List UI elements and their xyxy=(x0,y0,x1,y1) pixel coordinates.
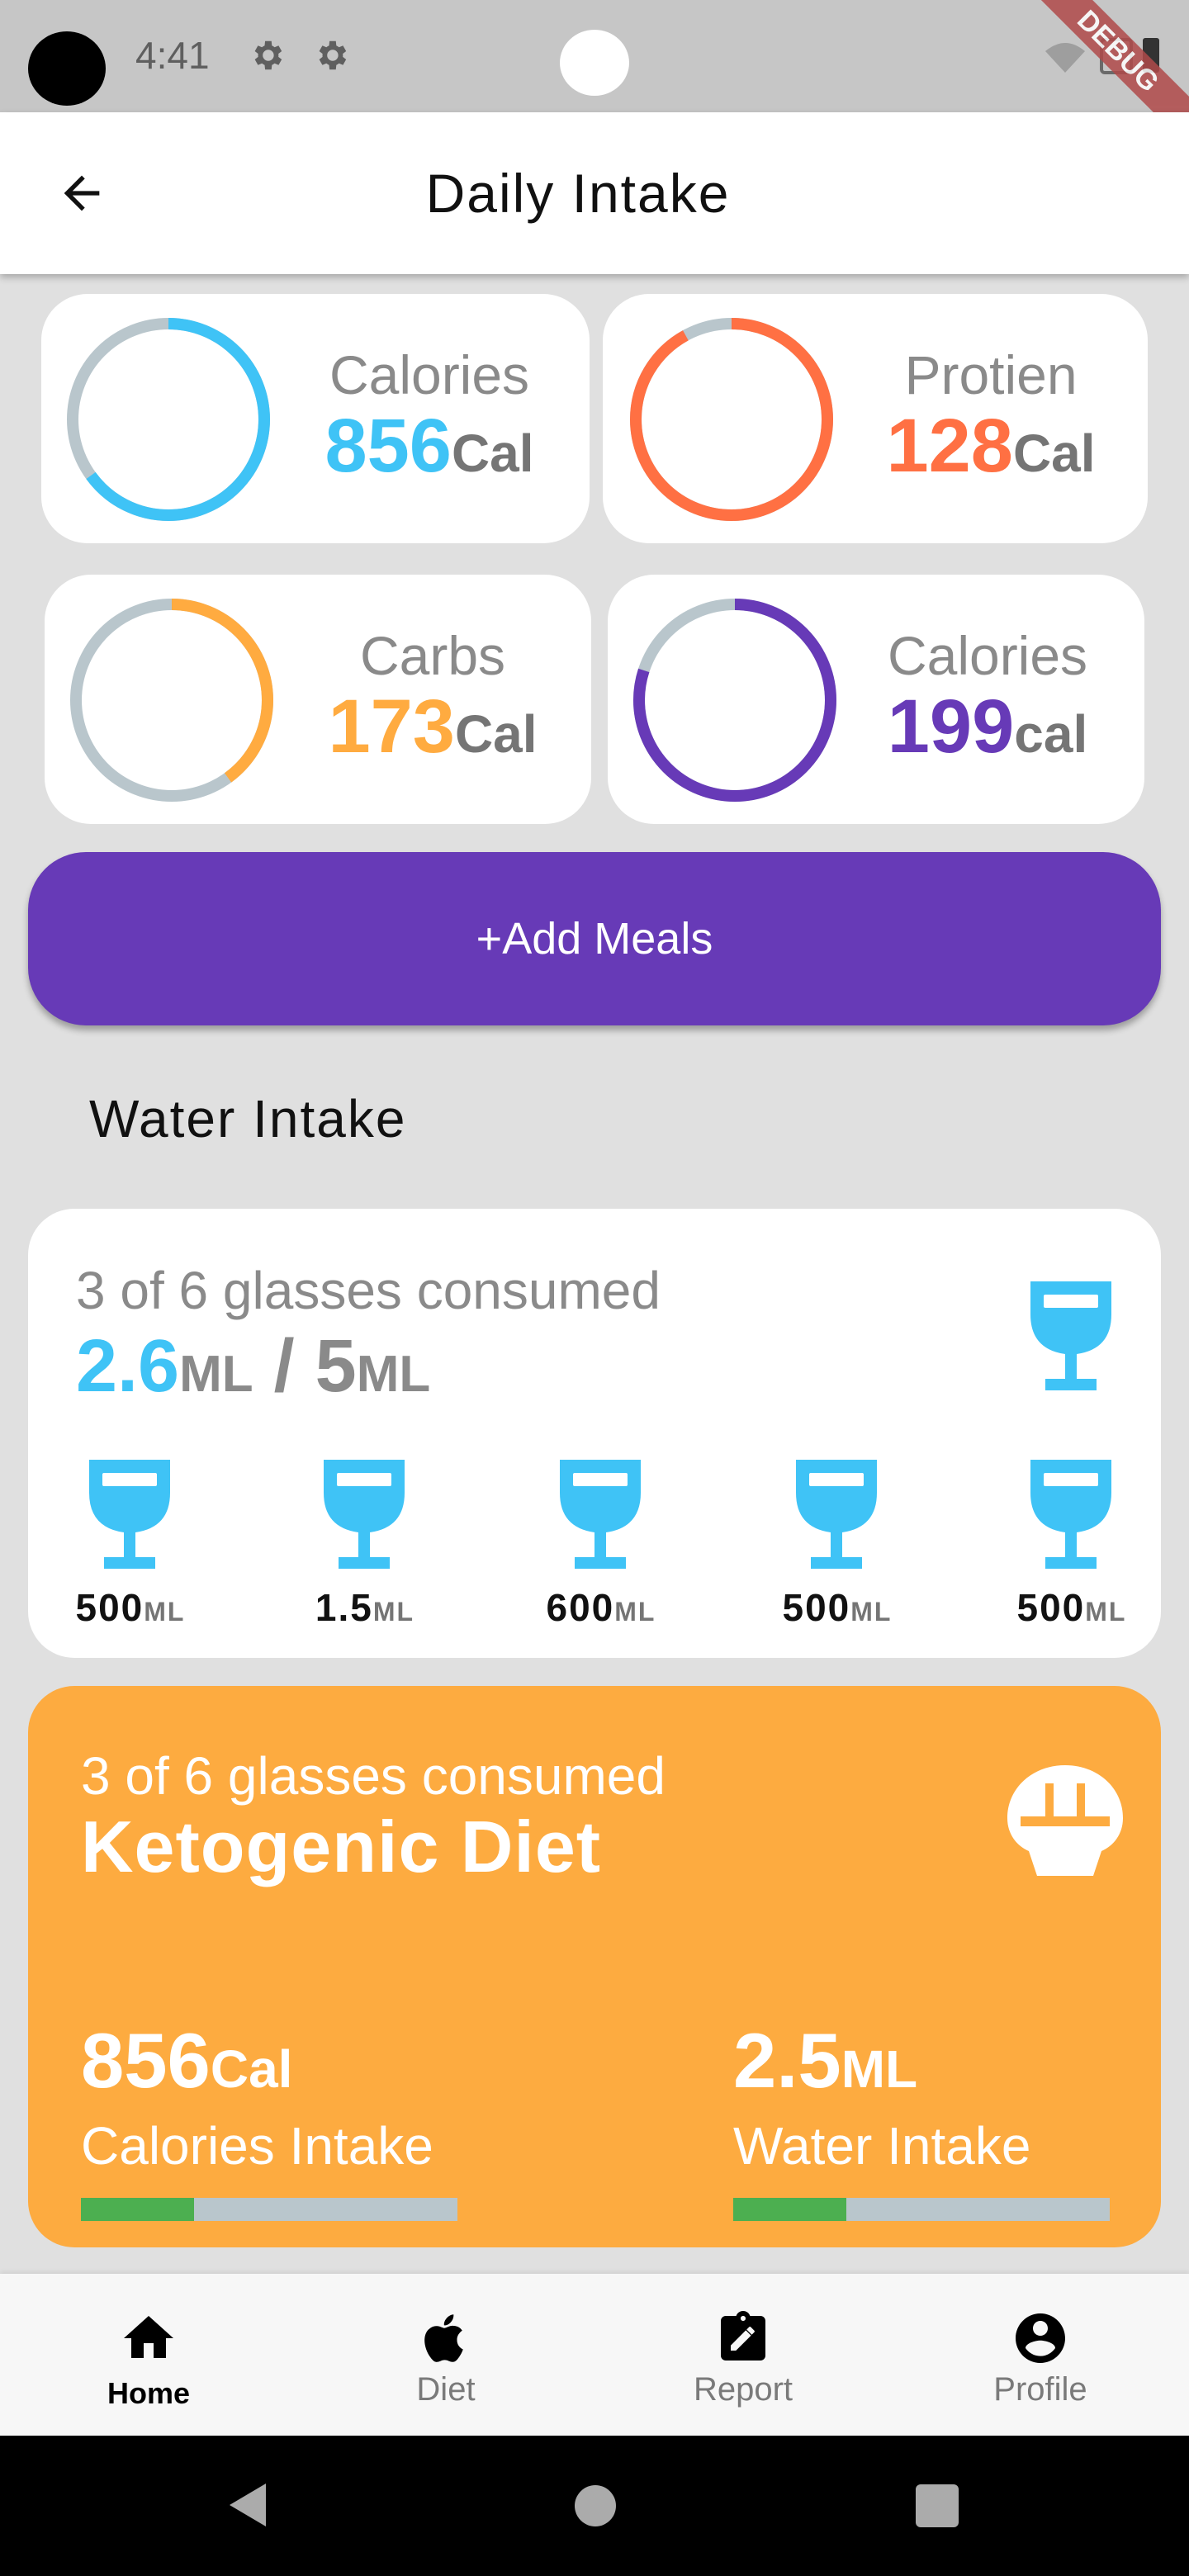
cloche-icon xyxy=(1007,1765,1123,1876)
camera-cutout xyxy=(28,31,106,106)
stat-unit: Cal xyxy=(454,704,538,764)
glass-amount-unit: ML xyxy=(372,1597,415,1627)
glass-icon[interactable] xyxy=(791,1456,882,1572)
stat-unit: cal xyxy=(1014,704,1088,764)
keto-water-number: 2.5 xyxy=(733,2017,841,2104)
glass-amount-value: 600 xyxy=(546,1586,615,1629)
keto-calories-value: 856Cal xyxy=(81,2016,292,2105)
water-separator: / xyxy=(253,1325,315,1408)
stat-label: Calories xyxy=(329,344,530,405)
home-icon xyxy=(124,2316,173,2358)
stat-number: 128 xyxy=(886,404,1013,488)
stat-label: Calories xyxy=(887,625,1088,686)
glass-amount-unit: ML xyxy=(1085,1597,1127,1627)
nav-label: Home xyxy=(107,2376,191,2410)
status-bar: 4:41 DEBUG xyxy=(0,0,1189,152)
stat-unit: Cal xyxy=(451,424,534,483)
ring-progress xyxy=(630,318,833,521)
progress-ring xyxy=(630,318,833,521)
water-progress-bar xyxy=(733,2198,1110,2221)
stat-unit: Cal xyxy=(1012,424,1096,483)
stat-number: 199 xyxy=(887,684,1015,769)
keto-water-value: 2.5ML xyxy=(733,2016,917,2105)
app-bar: Daily Intake xyxy=(0,112,1189,274)
nav-home[interactable]: Home xyxy=(0,2274,297,2436)
stat-label: Protien xyxy=(904,344,1078,405)
profile-icon xyxy=(1016,2313,1065,2363)
stat-number: 173 xyxy=(328,684,455,769)
calories-progress-bar xyxy=(81,2198,457,2221)
keto-subtitle: 3 of 6 glasses consumed xyxy=(81,1746,666,1806)
water-goal-unit: ML xyxy=(356,1346,431,1403)
keto-calories-unit: Cal xyxy=(210,2039,293,2099)
glass-amount-unit: ML xyxy=(614,1597,656,1627)
nav-diet[interactable]: Diet xyxy=(297,2274,594,2436)
water-current: 2.6 xyxy=(76,1325,180,1408)
stat-value: 199cal xyxy=(847,684,1128,770)
status-time: 4:41 xyxy=(135,34,210,77)
add-meals-button[interactable]: +Add Meals xyxy=(28,852,1161,1025)
nav-label: Diet xyxy=(416,2371,476,2408)
glass-icon[interactable] xyxy=(1026,1278,1116,1394)
report-icon xyxy=(721,2311,765,2361)
water-intake-heading: Water Intake xyxy=(89,1089,407,1148)
glass-amount-value: 500 xyxy=(782,1586,851,1629)
glass-amount: 500ML xyxy=(755,1585,920,1630)
glass-amount: 600ML xyxy=(519,1585,684,1630)
stat-value: 128Cal xyxy=(850,403,1131,490)
water-amount: 2.6ML / 5ML xyxy=(76,1324,430,1409)
stat-card-calories[interactable]: Calories 856Cal xyxy=(41,294,590,543)
nav-profile[interactable]: Profile xyxy=(892,2274,1189,2436)
progress-ring xyxy=(633,599,836,802)
glass-amount: 500ML xyxy=(989,1585,1154,1630)
keto-calories-label: Calories Intake xyxy=(81,2116,433,2176)
progress-ring xyxy=(67,318,270,521)
apple-icon xyxy=(424,2314,463,2362)
settings-notification-icon xyxy=(254,40,282,70)
glass-amount: 500ML xyxy=(48,1585,213,1630)
keto-title: Ketogenic Diet xyxy=(81,1806,602,1887)
glass-amount-value: 500 xyxy=(1016,1586,1086,1629)
stat-card-protein[interactable]: Protien 128Cal xyxy=(603,294,1148,543)
bottom-navigation: Home Diet Report Profile xyxy=(0,2274,1189,2436)
settings-notification-icon xyxy=(319,40,347,70)
progress-ring xyxy=(70,599,273,802)
glass-amount-unit: ML xyxy=(850,1597,893,1627)
glass-icon[interactable] xyxy=(84,1456,175,1572)
system-navigation-bar xyxy=(0,2436,1189,2576)
stat-card-calories-2[interactable]: Calories 199cal xyxy=(608,575,1144,824)
keto-water-label: Water Intake xyxy=(733,2116,1031,2176)
ketogenic-diet-card[interactable]: 3 of 6 glasses consumed Ketogenic Diet 8… xyxy=(28,1686,1161,2247)
keto-water-unit: ML xyxy=(841,2039,918,2099)
water-progress-fill xyxy=(733,2198,846,2221)
glass-amount-value: 1.5 xyxy=(315,1586,373,1629)
glasses-consumed-text: 3 of 6 glasses consumed xyxy=(76,1261,661,1320)
system-home-icon[interactable] xyxy=(573,2484,618,2528)
glass-icon[interactable] xyxy=(555,1456,646,1572)
stat-value: 173Cal xyxy=(292,684,573,770)
glass-amount-value: 500 xyxy=(75,1586,144,1629)
water-intake-card: 3 of 6 glasses consumed 2.6ML / 5ML 500M… xyxy=(28,1209,1161,1658)
system-back-icon[interactable] xyxy=(223,2480,272,2530)
page-title: Daily Intake xyxy=(425,163,731,224)
glass-amount: 1.5ML xyxy=(282,1585,448,1630)
nav-label: Profile xyxy=(993,2371,1087,2408)
nav-label: Report xyxy=(693,2371,793,2408)
stat-card-carbs[interactable]: Carbs 173Cal xyxy=(45,575,591,824)
front-sensor xyxy=(560,30,629,96)
stat-number: 856 xyxy=(324,404,452,488)
glass-amount-unit: ML xyxy=(144,1597,186,1627)
calories-progress-fill xyxy=(81,2198,194,2221)
keto-calories-number: 856 xyxy=(81,2017,211,2104)
stat-value: 856Cal xyxy=(289,403,570,490)
water-goal: 5 xyxy=(315,1325,357,1408)
nav-report[interactable]: Report xyxy=(594,2274,892,2436)
glass-icon[interactable] xyxy=(1026,1456,1116,1572)
glass-icon[interactable] xyxy=(319,1456,410,1572)
system-recents-icon[interactable] xyxy=(915,2484,959,2528)
water-current-unit: ML xyxy=(179,1346,253,1403)
stat-label: Carbs xyxy=(359,625,506,686)
